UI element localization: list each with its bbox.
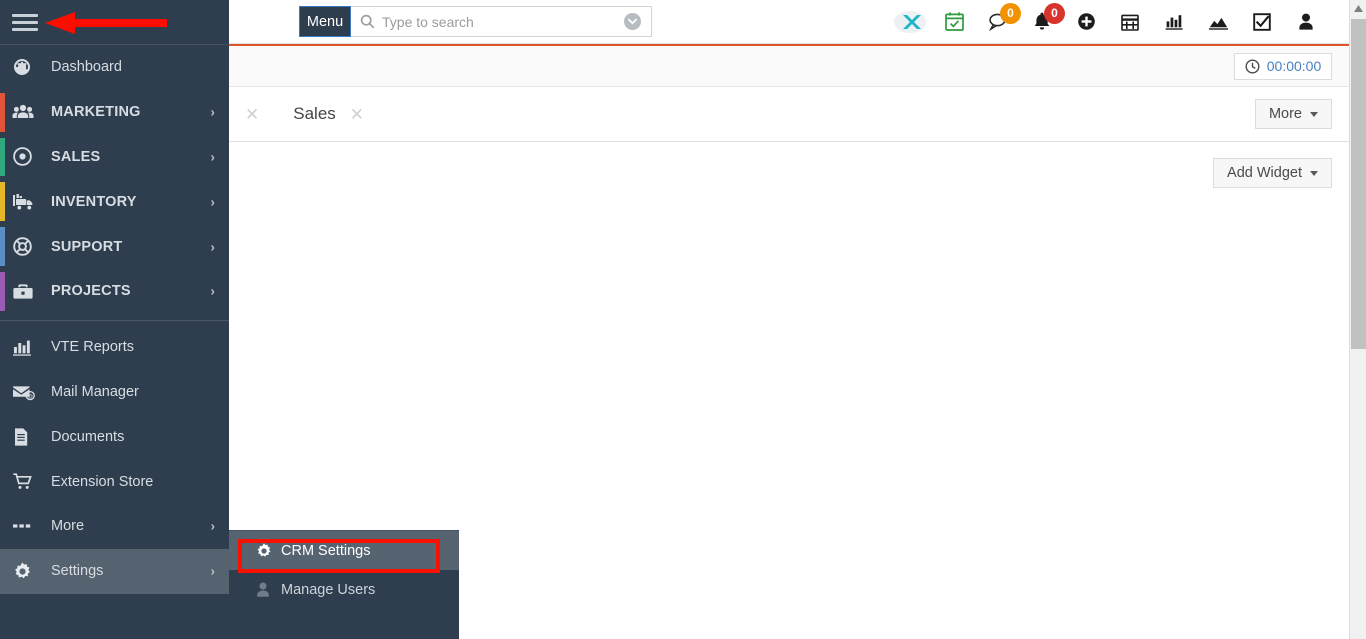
bar-chart-icon[interactable] [1152, 0, 1196, 44]
sidebar-item-mail-manager[interactable]: @ Mail Manager [0, 370, 229, 415]
more-button-label: More [1269, 106, 1302, 122]
sidebar-item-dashboard[interactable]: Dashboard [0, 45, 229, 90]
main-sidebar: Dashboard MARKETING › SALES [0, 0, 229, 639]
user-icon [255, 581, 281, 598]
bar-chart-icon [12, 336, 40, 358]
sidebar-item-label: Documents [51, 429, 124, 445]
chevron-right-icon: › [211, 519, 215, 534]
tab-sales-label[interactable]: Sales [293, 104, 336, 124]
checkbox-checked-icon[interactable] [1240, 0, 1284, 44]
chevron-down-circle-icon[interactable] [624, 13, 641, 30]
application-window: Dashboard MARKETING › SALES [0, 0, 1366, 639]
chevron-right-icon: › [210, 284, 215, 299]
timer-band: 00:00:00 [229, 46, 1366, 87]
document-icon [12, 426, 40, 448]
sidebar-section-divider [0, 320, 229, 321]
sidebar-item-documents[interactable]: Documents [0, 414, 229, 459]
chevron-right-icon: › [211, 564, 215, 579]
top-header-bar: Menu [229, 0, 1366, 44]
submenu-item-label: CRM Settings [281, 543, 370, 559]
accent-bar-projects [0, 272, 5, 311]
svg-text:@: @ [27, 394, 32, 400]
chat-badge-count: 0 [1000, 3, 1021, 24]
submenu-item-manage-users[interactable]: Manage Users [229, 570, 459, 609]
sidebar-item-label: INVENTORY [51, 194, 137, 210]
sidebar-item-label: Dashboard [51, 59, 122, 75]
sidebar-item-label: Settings [51, 563, 103, 579]
menu-button[interactable]: Menu [299, 6, 351, 37]
sidebar-item-projects[interactable]: PROJECTS › [0, 269, 229, 314]
briefcase-icon [12, 280, 40, 302]
more-button[interactable]: More [1255, 99, 1332, 129]
sidebar-item-sales[interactable]: SALES › [0, 135, 229, 180]
area-chart-icon[interactable] [1196, 0, 1240, 44]
xchange-logo-icon[interactable] [888, 0, 932, 44]
accent-bar-support [0, 227, 5, 266]
calendar-check-icon[interactable] [932, 0, 976, 44]
shopping-cart-icon [12, 471, 40, 493]
chevron-down-icon [1310, 171, 1318, 176]
sidebar-item-label: Mail Manager [51, 384, 139, 400]
sidebar-item-label: SALES [51, 149, 100, 165]
sidebar-item-support[interactable]: SUPPORT › [0, 224, 229, 269]
plus-circle-icon[interactable] [1064, 0, 1108, 44]
lifebuoy-icon [12, 236, 40, 258]
user-profile-icon[interactable] [1284, 0, 1328, 44]
submenu-item-crm-settings[interactable]: CRM Settings [229, 531, 459, 570]
accent-bar-marketing [0, 93, 5, 132]
submenu-item-label: Manage Users [281, 582, 375, 598]
chevron-right-icon: › [210, 149, 215, 164]
close-x-icon[interactable]: ✕ [344, 106, 370, 123]
ellipsis-icon [12, 515, 40, 537]
calendar-icon[interactable] [1108, 0, 1152, 44]
sidebar-item-vte-reports[interactable]: VTE Reports [0, 325, 229, 370]
accent-bar-inventory [0, 182, 5, 221]
magnifier-icon [360, 14, 375, 29]
add-widget-label: Add Widget [1227, 165, 1302, 181]
delivery-truck-icon [12, 191, 40, 213]
annotation-arrow-pointing-to-hamburger [45, 12, 167, 34]
chevron-down-icon [1310, 112, 1318, 117]
gear-icon [12, 560, 40, 582]
tabs-band: ✕ Sales ✕ More [229, 87, 1366, 142]
sidebar-item-inventory[interactable]: INVENTORY › [0, 179, 229, 224]
sidebar-item-label: More [51, 518, 84, 534]
dashboard-gauge-icon [12, 56, 40, 78]
hamburger-menu-icon[interactable] [12, 10, 38, 35]
sidebar-item-label: Extension Store [51, 474, 153, 490]
sidebar-item-label: MARKETING [51, 104, 141, 120]
sidebar-item-label: VTE Reports [51, 339, 134, 355]
gear-icon [255, 542, 281, 560]
accent-bar-sales [0, 138, 5, 177]
timer-value: 00:00:00 [1267, 58, 1322, 74]
sidebar-item-settings[interactable]: Settings › [0, 549, 229, 594]
add-widget-button[interactable]: Add Widget [1213, 158, 1332, 188]
timer-button[interactable]: 00:00:00 [1234, 53, 1332, 80]
settings-submenu-popup: CRM Settings Manage Users [229, 530, 459, 639]
notification-badge-count: 0 [1044, 3, 1065, 24]
sidebar-item-marketing[interactable]: MARKETING › [0, 90, 229, 135]
tab-group-close-icon[interactable]: ✕ [239, 106, 265, 123]
sidebar-item-label: PROJECTS [51, 283, 131, 299]
sidebar-item-extension-store[interactable]: Extension Store [0, 459, 229, 504]
sidebar-item-label: SUPPORT [51, 239, 123, 255]
chat-bubble-icon[interactable]: 0 [976, 0, 1020, 44]
chevron-right-icon: › [210, 105, 215, 120]
global-search[interactable] [351, 6, 652, 37]
header-icon-group: 0 0 [888, 0, 1366, 44]
chevron-right-icon: › [210, 194, 215, 209]
bell-notification-icon[interactable]: 0 [1020, 0, 1064, 44]
widget-toolbar: Add Widget [229, 142, 1366, 204]
search-input[interactable] [382, 14, 624, 30]
sidebar-item-more[interactable]: More › [0, 504, 229, 549]
target-circle-icon [12, 146, 40, 168]
page-scrollbar[interactable] [1349, 0, 1366, 639]
people-group-icon [12, 101, 40, 123]
scrollbar-thumb[interactable] [1351, 19, 1366, 349]
clock-icon [1245, 59, 1260, 74]
chevron-right-icon: › [210, 239, 215, 254]
scrollbar-up-arrow-icon[interactable] [1350, 0, 1366, 17]
envelope-at-icon: @ [12, 381, 40, 403]
